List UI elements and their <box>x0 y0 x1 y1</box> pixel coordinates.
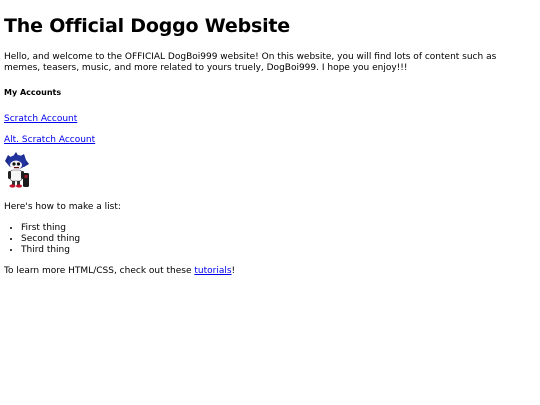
alt-scratch-account-row: Alt. Scratch Account <box>4 135 540 146</box>
avatar-guitar-accent <box>24 175 28 178</box>
example-list: First thing Second thing Third thing <box>4 223 540 256</box>
avatar-shoe-right <box>16 184 22 188</box>
list-intro: Here's how to make a list: <box>4 202 121 212</box>
page: The Official Doggo Website Hello, and we… <box>0 0 540 405</box>
list-item: First thing <box>21 223 540 234</box>
list-item: Second thing <box>21 234 540 245</box>
tutorials-link[interactable]: tutorials <box>194 266 231 276</box>
alt-scratch-account-link[interactable]: Alt. Scratch Account <box>4 135 95 145</box>
learn-more-end: ! <box>231 266 236 276</box>
learn-more-paragraph: To learn more HTML/CSS, check out these … <box>4 266 540 277</box>
avatar-arm-left <box>8 171 11 179</box>
intro-paragraph: Hello, and welcome to the OFFICIAL DogBo… <box>4 52 497 73</box>
learn-more-text: To learn more HTML/CSS, check out these <box>4 266 195 276</box>
accounts-heading: My Accounts <box>4 88 62 97</box>
avatar-shoe-left <box>9 184 16 188</box>
avatar-eye-left <box>12 162 16 166</box>
avatar-mouth <box>14 167 19 169</box>
scratch-account-link[interactable]: Scratch Account <box>4 114 77 124</box>
page-title: The Official Doggo Website <box>4 15 290 37</box>
avatar-eye-right <box>16 162 21 166</box>
dog-character-icon <box>5 152 29 188</box>
avatar-body <box>9 169 23 182</box>
scratch-account-row: Scratch Account <box>4 114 540 125</box>
list-item: Third thing <box>21 245 540 256</box>
